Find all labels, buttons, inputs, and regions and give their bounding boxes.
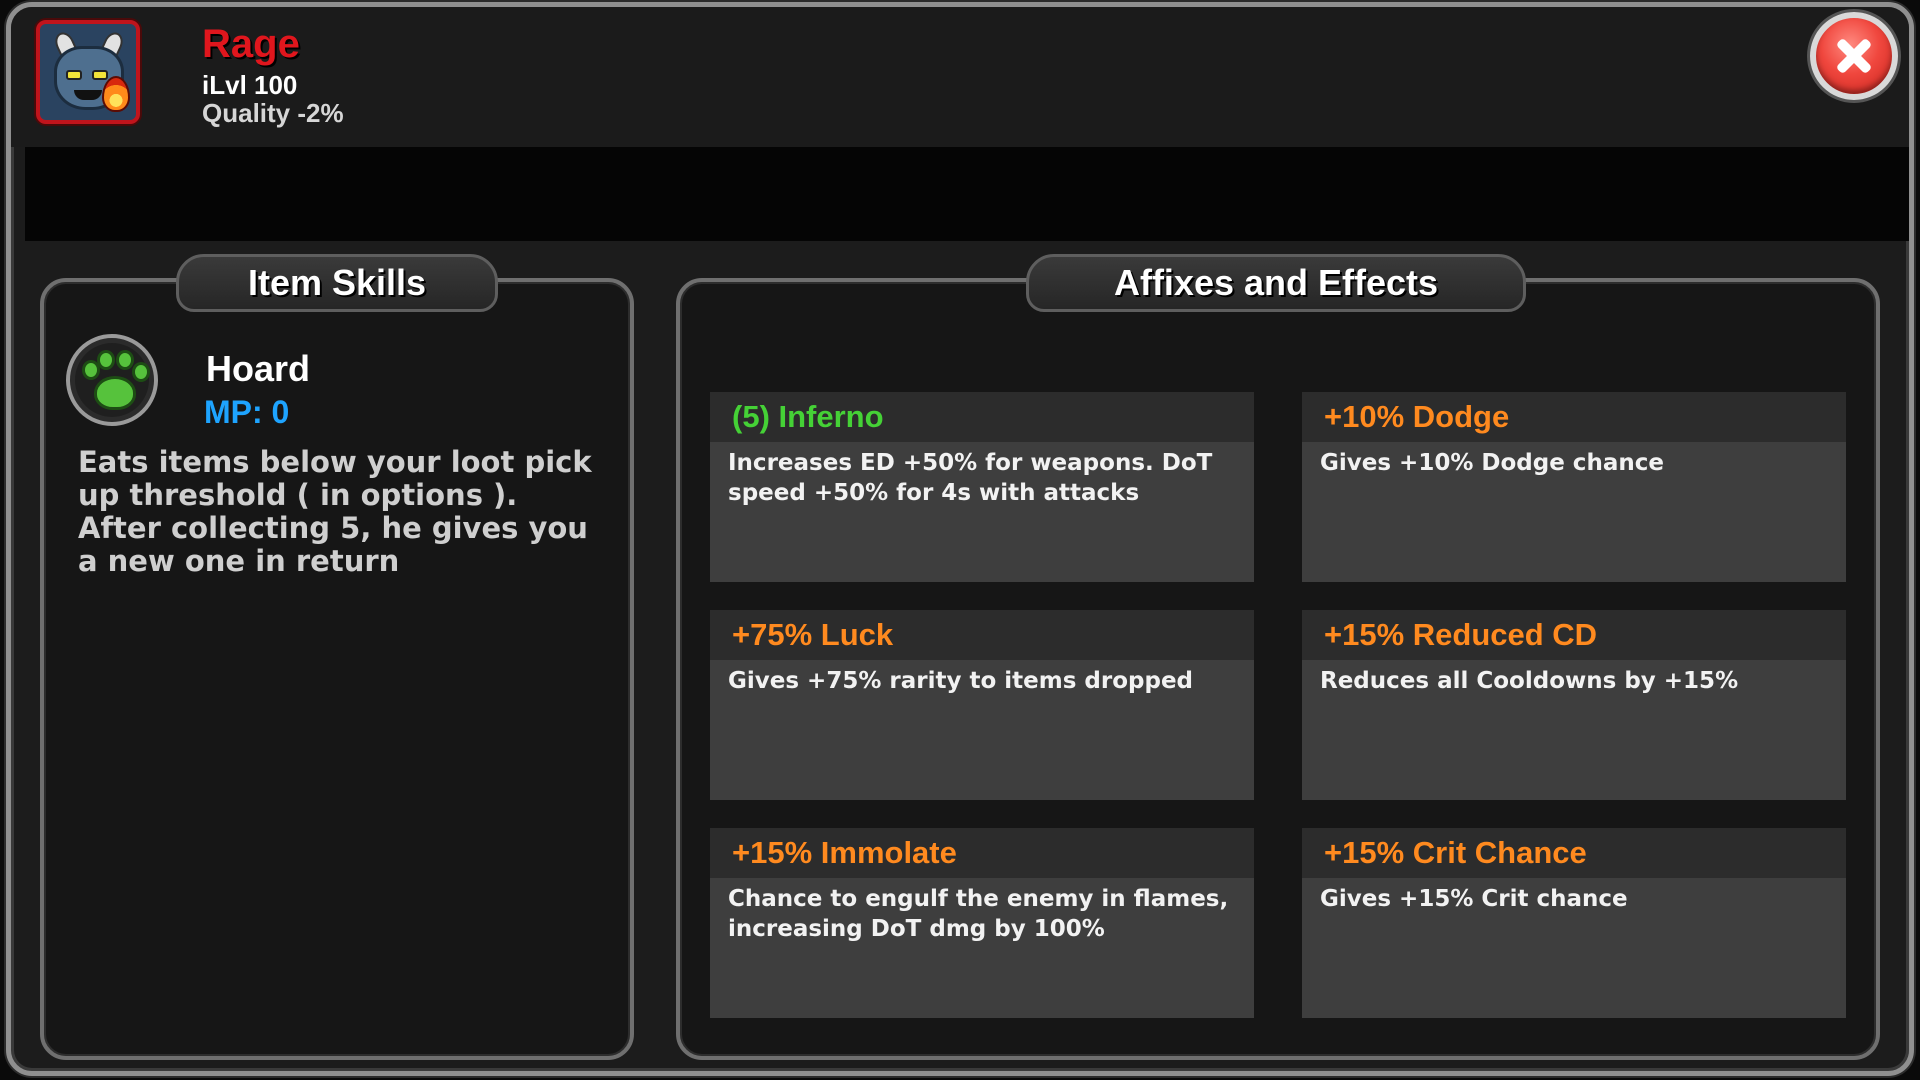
affix-description: Chance to engulf the enemy in flames, in… bbox=[728, 886, 1229, 942]
item-quality: Quality -2% bbox=[202, 98, 344, 128]
rage-monster-icon bbox=[36, 20, 140, 124]
affix-description: Increases ED +50% for weapons. DoT speed… bbox=[728, 450, 1213, 506]
affix-title: (5) Inferno bbox=[710, 392, 1254, 442]
skill-name: Hoard bbox=[206, 348, 311, 389]
header-band bbox=[25, 147, 1909, 241]
skill-description: Eats items below your loot pick up thres… bbox=[78, 445, 592, 578]
affix-card: (5) Inferno Increases ED +50% for weapon… bbox=[710, 392, 1254, 582]
affix-title: +15% Reduced CD bbox=[1302, 610, 1846, 660]
affix-card: +15% Reduced CD Reduces all Cooldowns by… bbox=[1302, 610, 1846, 800]
affixes-header: Affixes and Effects bbox=[1026, 254, 1526, 312]
affix-description: Gives +15% Crit chance bbox=[1320, 886, 1628, 912]
paw-toe bbox=[97, 350, 115, 370]
close-button[interactable] bbox=[1810, 12, 1898, 100]
paw-toe bbox=[132, 362, 150, 382]
affix-card: +10% Dodge Gives +10% Dodge chance bbox=[1302, 392, 1846, 582]
paw-icon bbox=[66, 334, 158, 426]
item-name: Rage bbox=[202, 22, 300, 66]
skill-mp-cost: MP: 0 bbox=[204, 394, 290, 430]
eye-right bbox=[92, 70, 108, 80]
affix-description: Reduces all Cooldowns by +15% bbox=[1320, 668, 1739, 694]
affix-title: +10% Dodge bbox=[1302, 392, 1846, 442]
eye-left bbox=[66, 70, 82, 80]
affix-title: +15% Crit Chance bbox=[1302, 828, 1846, 878]
affix-card: +15% Crit Chance Gives +15% Crit chance bbox=[1302, 828, 1846, 1018]
affix-card: +15% Immolate Chance to engulf the enemy… bbox=[710, 828, 1254, 1018]
affix-description: Gives +10% Dodge chance bbox=[1320, 450, 1664, 476]
paw-toe bbox=[116, 350, 134, 370]
item-skills-header: Item Skills bbox=[176, 254, 498, 312]
affix-title: +15% Immolate bbox=[710, 828, 1254, 878]
affix-title: +75% Luck bbox=[710, 610, 1254, 660]
affix-description: Gives +75% rarity to items dropped bbox=[728, 668, 1194, 694]
paw-pad bbox=[94, 376, 136, 410]
flame-icon bbox=[102, 76, 130, 112]
item-level: iLvl 100 bbox=[202, 70, 298, 100]
affix-card: +75% Luck Gives +75% rarity to items dro… bbox=[710, 610, 1254, 800]
